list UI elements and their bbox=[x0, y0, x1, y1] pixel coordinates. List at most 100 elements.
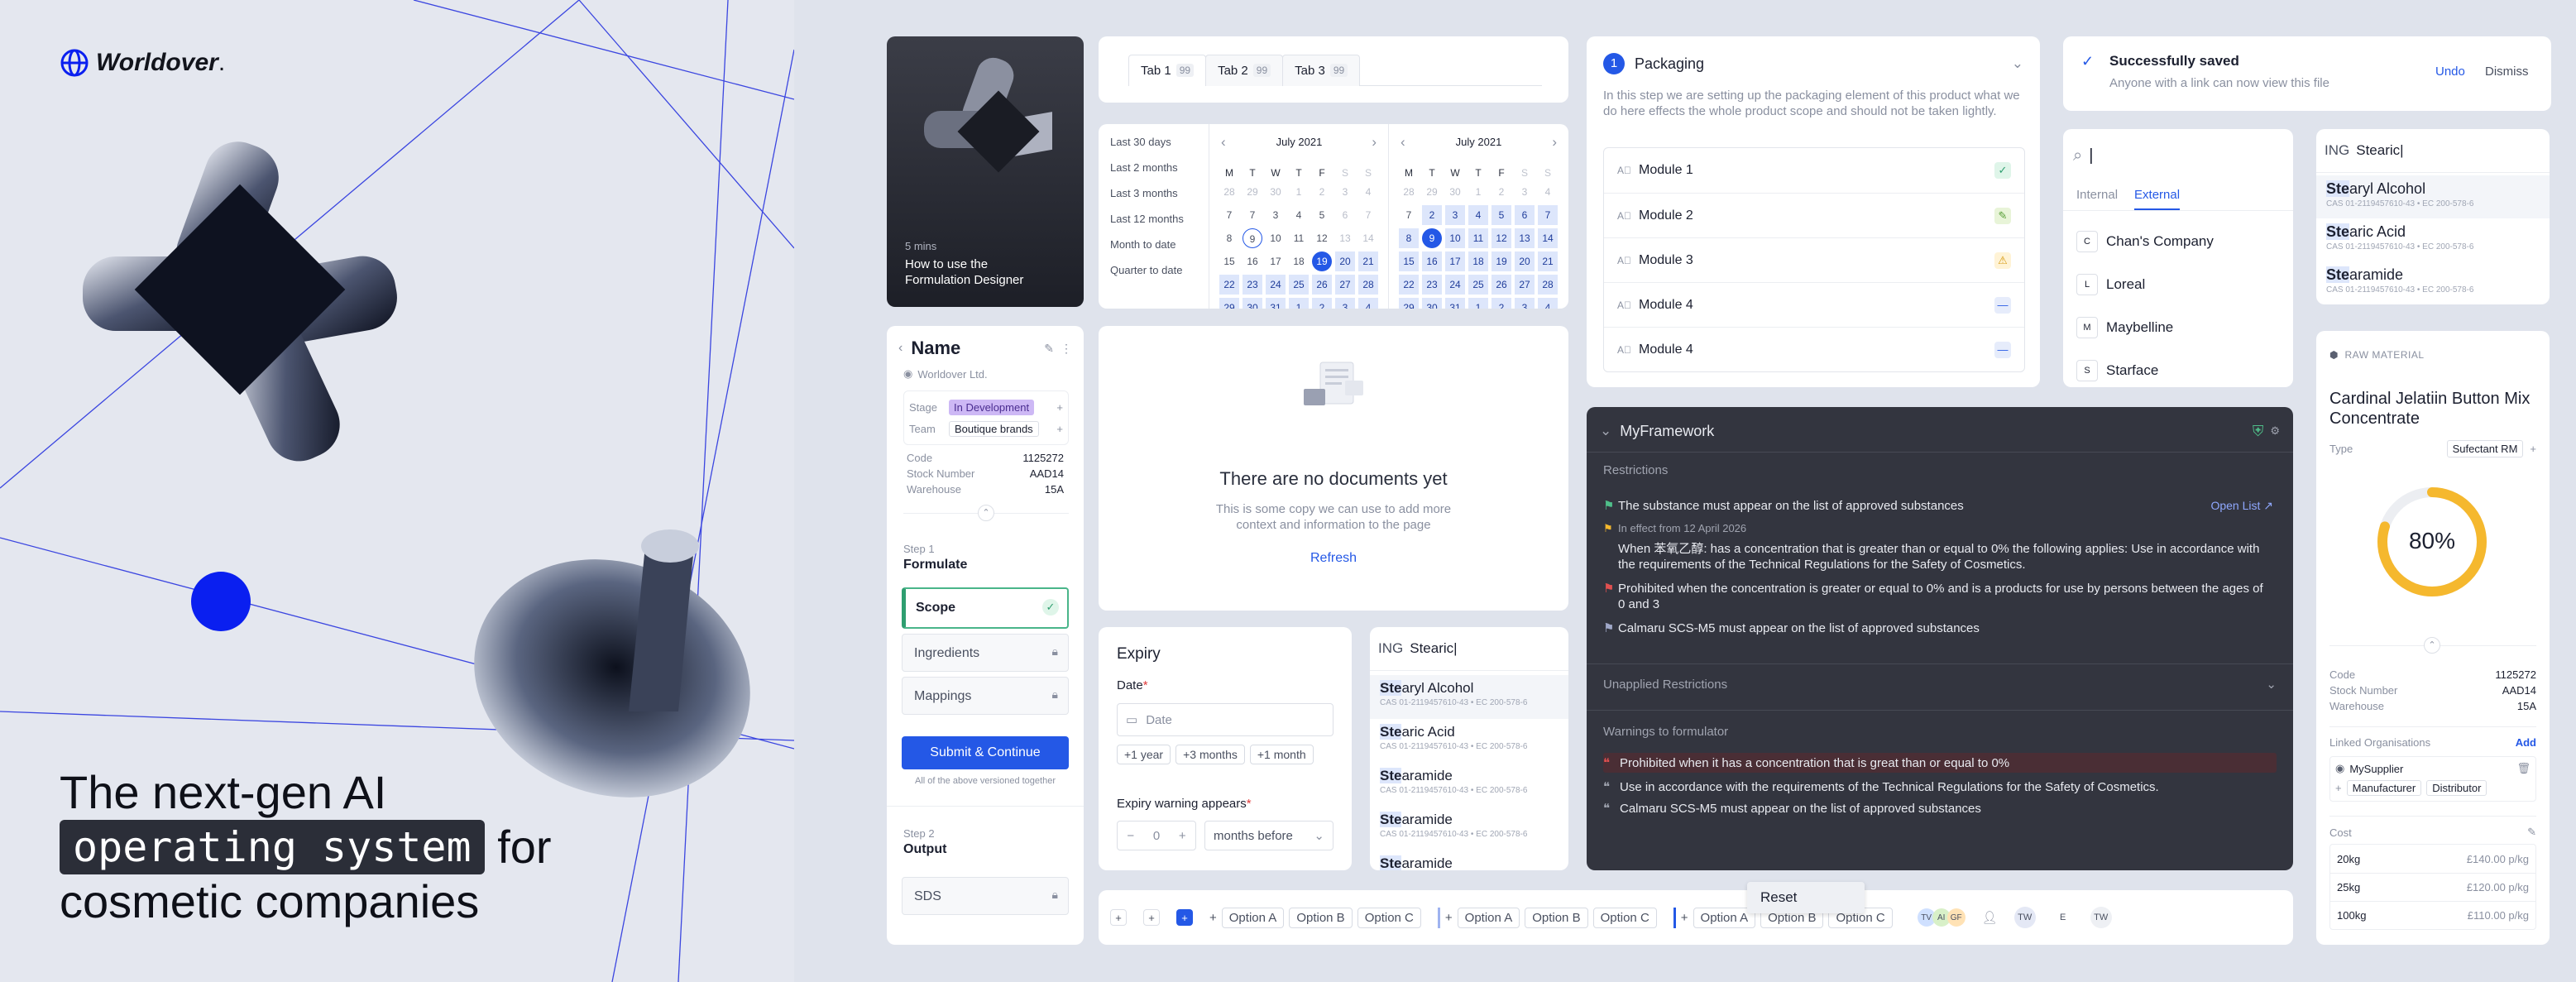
calendar-day[interactable]: 23 bbox=[1422, 275, 1442, 295]
avatar-e[interactable]: E bbox=[2052, 907, 2074, 928]
calendar-day[interactable]: 6 bbox=[1515, 205, 1535, 225]
calendar-day[interactable]: 1 bbox=[1289, 298, 1309, 309]
calendar-day[interactable]: 29 bbox=[1422, 182, 1442, 202]
undo-button[interactable]: Undo bbox=[2435, 65, 2465, 79]
edit-pencil-icon[interactable]: ✎ bbox=[1044, 342, 1054, 356]
cost-row[interactable]: 25kg £120.00 p/kg bbox=[2330, 873, 2535, 901]
cost-row[interactable]: 20kg £140.00 p/kg bbox=[2330, 845, 2535, 873]
avatar-tw[interactable]: TW bbox=[2013, 907, 2036, 928]
calendar-day[interactable]: 31 bbox=[1445, 298, 1465, 309]
tab-internal[interactable]: Internal bbox=[2076, 188, 2118, 202]
calendar-day[interactable]: 28 bbox=[1538, 275, 1558, 295]
minus-icon[interactable]: − bbox=[1127, 829, 1134, 843]
tab-external[interactable]: External bbox=[2134, 188, 2181, 210]
calendar-day[interactable]: 30 bbox=[1266, 182, 1286, 202]
module-row[interactable]: A⃞ Module 4 — bbox=[1604, 282, 2024, 327]
ingredient-result[interactable]: Stearyl Alcohol CAS 01-2119457610-43 • EC… bbox=[2316, 175, 2550, 218]
calendar-day[interactable]: 29 bbox=[1243, 182, 1262, 202]
calendar-day[interactable]: 2 bbox=[1312, 182, 1332, 202]
quick-date-button[interactable]: +1 month bbox=[1249, 745, 1314, 764]
calendar-day[interactable]: 17 bbox=[1445, 251, 1465, 271]
trash-icon[interactable]: 🗑︎ bbox=[2516, 762, 2531, 775]
calendar-day[interactable]: 28 bbox=[1358, 275, 1378, 295]
calendar-day[interactable]: 15 bbox=[1399, 251, 1419, 271]
calendar-day[interactable]: 4 bbox=[1358, 182, 1378, 202]
company-item[interactable]: S Starface bbox=[2076, 349, 2283, 387]
calendar-day[interactable]: 4 bbox=[1538, 298, 1558, 309]
add-user-icon[interactable]: 👤︎ bbox=[1982, 910, 1998, 925]
calendar-day[interactable]: 21 bbox=[1358, 251, 1378, 271]
calendar-day[interactable]: 1 bbox=[1468, 182, 1488, 202]
calendar-day[interactable]: 23 bbox=[1243, 275, 1262, 295]
tab-3[interactable]: Tab 3 99 bbox=[1282, 54, 1361, 86]
quick-date-button[interactable]: +1 year bbox=[1117, 745, 1171, 764]
calendar-day[interactable]: 1 bbox=[1468, 298, 1488, 309]
calendar-day[interactable]: 2 bbox=[1422, 205, 1442, 225]
dismiss-button[interactable]: Dismiss bbox=[2485, 65, 2529, 79]
framework-header[interactable]: ⌄ MyFramework ⛨ ⚙ bbox=[1600, 419, 2280, 443]
calendar-day[interactable]: 20 bbox=[1335, 251, 1355, 271]
plus-outline-icon[interactable]: + bbox=[1143, 909, 1160, 926]
calendar-day[interactable]: 28 bbox=[1399, 182, 1419, 202]
ingredient-result[interactable]: Stearamide bbox=[1370, 850, 1568, 870]
option-a[interactable]: Option A bbox=[1457, 907, 1520, 928]
calendar-day[interactable]: 21 bbox=[1538, 251, 1558, 271]
calendar-day[interactable]: 19 bbox=[1312, 251, 1332, 271]
unapplied-restrictions-toggle[interactable]: Unapplied Restrictions ⌄ bbox=[1603, 677, 2277, 692]
date-preset[interactable]: Last 12 months bbox=[1110, 213, 1184, 225]
calendar-day[interactable]: 16 bbox=[1422, 251, 1442, 271]
avatar-stack[interactable]: TV AI GF bbox=[1917, 908, 1966, 927]
calendar-day[interactable]: 6 bbox=[1335, 205, 1355, 225]
date-preset[interactable]: Quarter to date bbox=[1110, 264, 1182, 276]
ingredient-result[interactable]: Stearic Acid CAS 01-2119457610-43 • EC 20… bbox=[1370, 719, 1568, 763]
option-b[interactable]: Option B bbox=[1525, 907, 1588, 928]
packaging-header[interactable]: 1 Packaging ⌄ bbox=[1603, 53, 2023, 74]
role-add-icon[interactable]: + bbox=[2335, 782, 2342, 794]
calendar-day[interactable]: 4 bbox=[1358, 298, 1378, 309]
plus-icon[interactable]: + bbox=[1179, 829, 1186, 843]
warn-stepper[interactable]: − 0 + bbox=[1117, 821, 1196, 850]
ingredient-result[interactable]: Stearic Acid CAS 01-2119457610-43 • EC 20… bbox=[2316, 218, 2550, 261]
calendar-day[interactable]: 12 bbox=[1491, 228, 1511, 248]
calendar-day[interactable]: 5 bbox=[1491, 205, 1511, 225]
role-manufacturer[interactable]: Manufacturer bbox=[2346, 780, 2422, 796]
tab-2[interactable]: Tab 2 99 bbox=[1205, 54, 1284, 86]
calendar-day[interactable]: 20 bbox=[1515, 251, 1535, 271]
company-item[interactable]: L Loreal bbox=[2076, 263, 2283, 306]
quick-date-button[interactable]: +3 months bbox=[1175, 745, 1245, 764]
next-month-icon[interactable]: › bbox=[1372, 134, 1377, 151]
sds-item[interactable]: SDS 🔒︎ bbox=[902, 877, 1069, 915]
calendar-day[interactable]: 10 bbox=[1266, 228, 1286, 248]
calendar-day[interactable]: 2 bbox=[1491, 182, 1511, 202]
calendar-day[interactable]: 3 bbox=[1445, 205, 1465, 225]
option-c[interactable]: Option C bbox=[1357, 907, 1421, 928]
reset-menu-item[interactable]: Reset bbox=[1747, 882, 1865, 913]
calendar-day[interactable]: 3 bbox=[1266, 205, 1286, 225]
calendar-day[interactable]: 4 bbox=[1468, 205, 1488, 225]
module-row[interactable]: A⃞ Module 4 — bbox=[1604, 327, 2024, 371]
option-a[interactable]: Option A bbox=[1693, 907, 1756, 928]
calendar-day[interactable]: 7 bbox=[1243, 205, 1262, 225]
calendar-day[interactable]: 18 bbox=[1468, 251, 1488, 271]
calendar-day[interactable]: 5 bbox=[1312, 205, 1332, 225]
calendar-day[interactable]: 9 bbox=[1243, 228, 1262, 248]
plus-icon[interactable]: + bbox=[1209, 911, 1217, 925]
calendar-day[interactable]: 17 bbox=[1266, 251, 1286, 271]
avatar-tw-2[interactable]: TW bbox=[2090, 907, 2112, 928]
calendar-day[interactable]: 3 bbox=[1335, 182, 1355, 202]
refresh-button[interactable]: Refresh bbox=[1099, 551, 1568, 566]
calendar-day[interactable]: 14 bbox=[1358, 228, 1378, 248]
option-c[interactable]: Option C bbox=[1592, 907, 1657, 928]
calendar-day[interactable]: 7 bbox=[1219, 205, 1239, 225]
calendar-day[interactable]: 11 bbox=[1468, 228, 1488, 248]
module-row[interactable]: A⃞ Module 2 ✎ bbox=[1604, 193, 2024, 237]
ingredient-result[interactable]: Stearamide CAS 01-2119457610-43 • EC 200-… bbox=[1370, 807, 1568, 850]
calendar-day[interactable]: 31 bbox=[1266, 298, 1286, 309]
calendar-day[interactable]: 4 bbox=[1538, 182, 1558, 202]
stage-badge[interactable]: In Development bbox=[949, 399, 1035, 415]
calendar-day[interactable]: 13 bbox=[1335, 228, 1355, 248]
calendar-day[interactable]: 24 bbox=[1266, 275, 1286, 295]
plus-filled-icon[interactable]: + bbox=[1176, 909, 1193, 926]
ingredient-result[interactable]: Stearamide CAS 01-2119457610-43 • EC 200-… bbox=[2316, 261, 2550, 304]
cost-row[interactable]: 100kg £110.00 p/kg bbox=[2330, 901, 2535, 929]
